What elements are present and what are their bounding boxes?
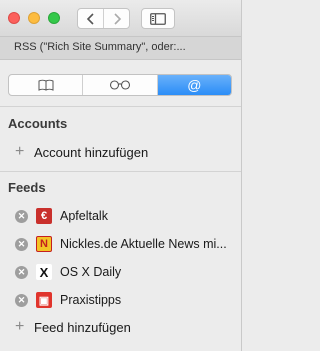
book-icon bbox=[38, 79, 54, 91]
maximize-window-button[interactable] bbox=[48, 12, 60, 24]
forward-button[interactable] bbox=[103, 9, 129, 28]
feed-name: Nickles.de Aktuelle News mi... bbox=[60, 237, 227, 251]
tab-shared-links[interactable]: @ bbox=[156, 75, 231, 95]
plus-icon: + bbox=[15, 318, 25, 335]
tab-title[interactable]: RSS ("Rich Site Summary", oder:... bbox=[14, 41, 234, 53]
minimize-window-button[interactable] bbox=[28, 12, 40, 24]
apfeltalk-favicon: € bbox=[36, 208, 52, 224]
navigation-buttons bbox=[77, 8, 130, 29]
feed-name: OS X Daily bbox=[60, 265, 122, 279]
sidebar-segmented-control: @ bbox=[8, 74, 232, 96]
list-item[interactable]: ✕ € Apfeltalk bbox=[15, 206, 237, 226]
feed-name: Apfeltalk bbox=[60, 209, 108, 223]
add-account-label: Account hinzufügen bbox=[34, 144, 149, 160]
title-bar bbox=[0, 0, 242, 36]
add-account-button[interactable]: + Account hinzufügen bbox=[15, 144, 148, 160]
chevron-right-icon bbox=[114, 12, 121, 25]
window-edge bbox=[241, 0, 242, 351]
back-button[interactable] bbox=[78, 9, 103, 28]
at-icon: @ bbox=[187, 77, 202, 93]
safari-window: RSS ("Rich Site Summary", oder:... @ Acc… bbox=[0, 0, 242, 351]
remove-feed-icon[interactable]: ✕ bbox=[15, 209, 28, 223]
tab-reading-list[interactable] bbox=[82, 75, 156, 95]
remove-feed-icon[interactable]: ✕ bbox=[15, 265, 28, 279]
glasses-icon bbox=[109, 80, 131, 90]
divider bbox=[0, 171, 242, 172]
nickles-favicon: N bbox=[36, 236, 52, 252]
tab-bookmarks[interactable] bbox=[9, 75, 82, 95]
remove-feed-icon[interactable]: ✕ bbox=[15, 293, 28, 307]
osxdaily-favicon: X bbox=[36, 264, 52, 280]
add-feed-label: Feed hinzufügen bbox=[34, 319, 131, 335]
chevron-left-icon bbox=[86, 12, 94, 25]
divider bbox=[0, 106, 242, 107]
plus-icon: + bbox=[15, 143, 25, 160]
praxistipps-favicon: ▣ bbox=[36, 292, 52, 308]
sidebar-toggle-button[interactable] bbox=[141, 8, 175, 29]
feeds-heading: Feeds bbox=[8, 180, 46, 195]
sidebar-icon bbox=[150, 12, 166, 25]
feed-name: Praxistipps bbox=[60, 293, 122, 307]
remove-feed-icon[interactable]: ✕ bbox=[15, 237, 28, 251]
accounts-heading: Accounts bbox=[8, 116, 68, 131]
list-item[interactable]: ✕ ▣ Praxistipps bbox=[15, 290, 237, 310]
list-item[interactable]: ✕ X OS X Daily bbox=[15, 262, 237, 282]
add-feed-button[interactable]: + Feed hinzufügen bbox=[15, 319, 131, 335]
list-item[interactable]: ✕ N Nickles.de Aktuelle News mi... bbox=[15, 234, 237, 254]
tab-bar: RSS ("Rich Site Summary", oder:... bbox=[0, 36, 242, 60]
sidebar-panel: @ Accounts + Account hinzufügen Feeds ✕ … bbox=[0, 61, 242, 351]
close-window-button[interactable] bbox=[8, 12, 20, 24]
